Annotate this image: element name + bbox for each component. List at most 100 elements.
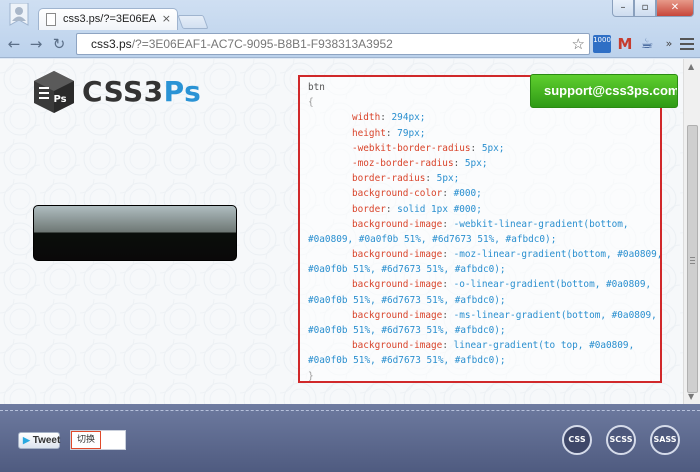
reload-button[interactable]: ↻ bbox=[49, 34, 69, 54]
star-icon[interactable]: ☆ bbox=[572, 35, 585, 53]
logo-text-ps: Ps bbox=[163, 75, 202, 108]
twitter-bird-icon: ▶ bbox=[23, 435, 30, 445]
code-line: background-image: linear-gradient(to top… bbox=[308, 338, 660, 353]
code-line: background-image: -o-linear-gradient(bot… bbox=[308, 277, 660, 292]
back-button[interactable]: ← bbox=[4, 34, 24, 54]
css-property: background-color bbox=[352, 188, 443, 200]
extension-1000-icon[interactable]: 1000 bbox=[593, 35, 611, 53]
gmail-icon[interactable]: M bbox=[616, 35, 634, 53]
browser-chrome: css3.ps/?=3E06EAF1-AC × – ▫ ✕ ← → ↻ css3… bbox=[0, 0, 700, 58]
scroll-down-icon[interactable]: ▼ bbox=[688, 392, 694, 401]
tweet-button[interactable]: ▶ Tweet bbox=[18, 432, 60, 449]
code-line-continuation: #0a0f0b 51%, #6d7673 51%, #afbdc0); bbox=[308, 355, 506, 367]
colon: : bbox=[442, 249, 454, 261]
colon: : bbox=[453, 157, 465, 169]
switch-label[interactable]: 切换 bbox=[71, 431, 101, 449]
css-property: border-radius bbox=[352, 173, 426, 185]
colon: : bbox=[442, 279, 454, 291]
css-value: 5px; bbox=[464, 157, 488, 169]
vertical-scrollbar[interactable]: ▲ ▼ bbox=[683, 59, 700, 404]
forward-button[interactable]: → bbox=[26, 34, 46, 54]
colon: : bbox=[380, 112, 392, 124]
code-close-brace: } bbox=[308, 370, 314, 382]
colon: : bbox=[385, 127, 398, 139]
url-path: /?=3E06EAF1-AC7C-9095-B8B1-F938313A3952 bbox=[131, 37, 393, 51]
colon: : bbox=[442, 340, 454, 352]
scroll-up-icon[interactable]: ▲ bbox=[688, 62, 694, 71]
logo-text: CSS3Ps bbox=[82, 75, 201, 108]
colon: : bbox=[442, 309, 454, 321]
window-controls: – ▫ ✕ bbox=[612, 0, 694, 17]
scrollbar-thumb[interactable] bbox=[687, 125, 698, 393]
css-value: 5px; bbox=[481, 142, 505, 154]
css-value: 79px; bbox=[397, 127, 426, 139]
support-email-button[interactable]: support@css3ps.com bbox=[530, 74, 678, 108]
tweet-label: Tweet bbox=[32, 435, 61, 446]
cube-logo-icon: Ps bbox=[34, 71, 74, 113]
url-host: css3.ps bbox=[91, 37, 132, 51]
code-line: -webkit-border-radius: 5px; bbox=[308, 141, 660, 156]
address-text: css3.ps/?=3E06EAF1-AC7C-9095-B8B1-F93831… bbox=[91, 37, 393, 51]
code-line: background-image: -moz-linear-gradient(b… bbox=[308, 247, 660, 262]
css-value: -o-linear-gradient(bottom, #0a0809, bbox=[453, 279, 652, 291]
code-line-continuation: #0a0f0b 51%, #6d7673 51%, #afbdc0); bbox=[308, 294, 506, 306]
css-value: 294px; bbox=[391, 112, 426, 124]
tab-title: css3.ps/?=3E06EAF1-AC bbox=[63, 13, 157, 25]
css-property: height bbox=[352, 127, 386, 139]
code-line: -moz-border-radius: 5px; bbox=[308, 156, 660, 171]
page-content: Ps CSS3Ps btn { width: 294px; height: 79p… bbox=[0, 59, 683, 404]
footer-bar: ▶ Tweet 切换 CSS SCSS SASS bbox=[0, 404, 700, 472]
colon: : bbox=[442, 188, 454, 200]
colon: : bbox=[425, 173, 437, 185]
format-sass-button[interactable]: SASS bbox=[650, 425, 680, 455]
switch-field[interactable]: 切换 bbox=[70, 430, 126, 450]
css-value: -ms-linear-gradient(bottom, #0a0809, bbox=[453, 309, 657, 321]
css-property: -moz-border-radius bbox=[352, 157, 454, 169]
code-line: background-color: #000; bbox=[308, 186, 660, 201]
page-icon bbox=[46, 13, 56, 26]
css-property: width bbox=[352, 112, 381, 124]
css-value: #000; bbox=[453, 188, 482, 200]
css-property: background-image bbox=[352, 309, 443, 321]
code-line-continuation: #0a0f0b 51%, #6d7673 51%, #afbdc0); bbox=[308, 264, 506, 276]
code-line: width: 294px; bbox=[308, 110, 660, 125]
format-css-button[interactable]: CSS bbox=[562, 425, 592, 455]
colon: : bbox=[385, 203, 398, 215]
minimize-button[interactable]: – bbox=[612, 0, 634, 17]
code-line: border: solid 1px #000; bbox=[308, 202, 660, 217]
css-value: linear-gradient(to top, #0a0809, bbox=[453, 340, 635, 352]
browser-tab[interactable]: css3.ps/?=3E06EAF1-AC × bbox=[38, 8, 178, 30]
code-declarations: width: 294px; height: 79px; -webkit-border… bbox=[308, 110, 660, 368]
menu-icon[interactable] bbox=[680, 35, 694, 53]
code-line: background-image: -webkit-linear-gradien… bbox=[308, 217, 660, 232]
code-line: background-image: -ms-linear-gradient(bo… bbox=[308, 308, 660, 323]
logo-text-css3: CSS3 bbox=[82, 75, 164, 108]
css-property: background-image bbox=[352, 218, 443, 230]
css-property: background-image bbox=[352, 340, 443, 352]
code-line-continuation: #0a0f0b 51%, #6d7673 51%, #afbdc0); bbox=[308, 325, 506, 336]
cup-extension-icon[interactable]: ☕ bbox=[638, 35, 656, 53]
css-value: 5px; bbox=[436, 173, 460, 185]
more-extensions-icon[interactable]: » bbox=[660, 35, 678, 53]
tab-close-icon[interactable]: × bbox=[162, 12, 171, 25]
new-tab-button[interactable] bbox=[177, 15, 209, 29]
code-line-continuation: #0a0809, #0a0f0b 51%, #6d7673 51%, #afbd… bbox=[308, 233, 557, 245]
css3ps-logo[interactable]: Ps CSS3Ps bbox=[32, 69, 201, 117]
logo-icon-letters: Ps bbox=[53, 94, 66, 105]
css-property: background-image bbox=[352, 249, 443, 261]
css-value: -moz-linear-gradient(bottom, #0a0809, bbox=[453, 249, 662, 261]
address-bar[interactable]: css3.ps/?=3E06EAF1-AC7C-9095-B8B1-F93831… bbox=[76, 33, 590, 55]
colon: : bbox=[442, 218, 454, 230]
colon: : bbox=[470, 142, 482, 154]
css-code-output[interactable]: btn { width: 294px; height: 79px; -webkit-… bbox=[298, 75, 662, 383]
button-preview bbox=[33, 205, 237, 261]
css-value: solid 1px #000; bbox=[397, 203, 482, 215]
close-window-button[interactable]: ✕ bbox=[656, 0, 694, 17]
css-property: background-image bbox=[352, 279, 443, 291]
format-scss-button[interactable]: SCSS bbox=[606, 425, 636, 455]
css-property: border bbox=[352, 203, 386, 215]
profile-icon[interactable] bbox=[8, 3, 30, 27]
maximize-button[interactable]: ▫ bbox=[634, 0, 656, 17]
css-property: -webkit-border-radius bbox=[352, 142, 471, 154]
code-line: height: 79px; bbox=[308, 126, 660, 141]
